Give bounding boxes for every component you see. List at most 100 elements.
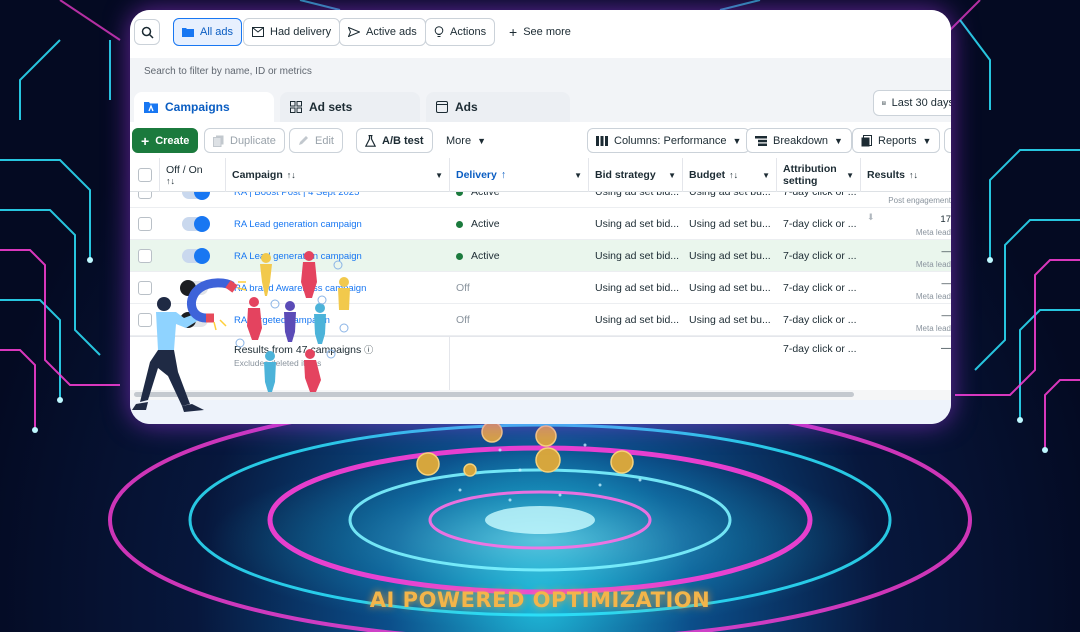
col-bid-strategy-label: Bid strategy xyxy=(595,169,656,181)
results-type: Meta lead xyxy=(915,260,951,269)
tab-campaigns[interactable]: Campaigns xyxy=(134,92,274,122)
columns-label: Columns: Performance xyxy=(614,134,727,147)
breakdown-label: Breakdown xyxy=(773,134,829,147)
results-value: 17 xyxy=(940,214,951,225)
columns-button[interactable]: Columns: Performance ▼ xyxy=(587,128,751,153)
delivery-cell: Active xyxy=(450,240,589,272)
tab-ad-sets-label: Ad sets xyxy=(309,100,353,114)
campaign-toggle[interactable] xyxy=(182,248,210,264)
results-value: — xyxy=(941,246,952,257)
date-range-picker[interactable]: Last 30 days xyxy=(873,90,951,116)
toolbar-overflow-button[interactable] xyxy=(944,128,951,153)
toolbar: + Create Duplicate Edit A/B test More ▼ … xyxy=(130,122,951,158)
col-budget-label: Budget xyxy=(689,169,726,181)
calendar-icon xyxy=(882,101,886,105)
campaign-name-link[interactable]: RA Lead generation campaign xyxy=(228,240,450,272)
col-attribution-label-line2: setting xyxy=(783,175,818,187)
horizontal-scrollbar[interactable] xyxy=(130,390,951,400)
results-cell: — Meta lead xyxy=(861,272,951,304)
create-button[interactable]: + Create xyxy=(132,128,199,153)
more-button[interactable]: More ▼ xyxy=(438,128,494,153)
campaign-name-link[interactable]: RA brand Awareness campaign xyxy=(228,272,450,304)
table-row[interactable]: RA Lead generation campaign Active Using… xyxy=(130,208,951,240)
delivery-status: Active xyxy=(471,218,500,230)
caret-down-icon: ▼ xyxy=(762,170,770,180)
filter-actions[interactable]: Actions xyxy=(425,18,496,46)
row-checkbox[interactable] xyxy=(138,249,152,263)
filter-active-ads-label: Active ads xyxy=(366,26,417,38)
campaign-name-link[interactable]: RA Lead generation campaign xyxy=(228,208,450,240)
folder-icon xyxy=(182,28,194,37)
select-all-checkbox[interactable] xyxy=(137,168,152,182)
col-campaign[interactable]: Campaign ↑↓ ▼ xyxy=(226,158,450,192)
col-bid-strategy[interactable]: Bid strategy ▼ xyxy=(589,158,683,192)
bid-strategy-value: Using ad set bid... xyxy=(595,282,680,294)
attribution-value: 7-day click or ... xyxy=(783,250,857,262)
level-tabs: Campaigns Ad sets Ads Last 30 days xyxy=(130,86,951,122)
filter-search-input[interactable]: Search to filter by name, ID or metrics xyxy=(130,58,951,86)
delivery-cell: Active xyxy=(450,208,589,240)
col-results-label: Results xyxy=(867,169,905,181)
table-row[interactable]: RA brand Awareness campaign Off Using ad… xyxy=(130,272,951,304)
col-off-on[interactable]: Off / On ↑↓ xyxy=(160,158,226,192)
breakdown-button[interactable]: Breakdown ▼ xyxy=(746,128,852,153)
row-checkbox-cell xyxy=(130,304,160,336)
window-footer xyxy=(130,400,951,424)
ab-test-label: A/B test xyxy=(382,134,424,147)
caret-down-icon: ▼ xyxy=(732,135,742,146)
col-delivery[interactable]: Delivery ↑ ▼ xyxy=(450,158,589,192)
tab-ads[interactable]: Ads xyxy=(426,92,570,122)
sort-icon: ↑↓ xyxy=(908,170,918,180)
campaigns-table: Off / On ↑↓ Campaign ↑↓ ▼ Delivery ↑ ▼ B… xyxy=(130,158,951,400)
caret-down-icon: ▼ xyxy=(574,170,582,180)
scrollbar-thumb[interactable] xyxy=(134,392,854,397)
attribution-value: 7-day click or ... xyxy=(783,314,857,326)
campaign-toggle[interactable] xyxy=(180,280,208,296)
campaign-name-link[interactable]: RA Targeted campaign xyxy=(228,304,450,336)
filter-all-ads[interactable]: All ads xyxy=(173,18,243,46)
tab-ad-sets[interactable]: Ad sets xyxy=(280,92,420,122)
ads-manager-window: All ads Had delivery Active ads Actions … xyxy=(130,10,951,424)
col-campaign-label: Campaign xyxy=(232,169,283,181)
bid-strategy-value: Using ad set bid... xyxy=(595,314,680,326)
col-attribution-setting[interactable]: Attribution setting ▼ xyxy=(777,158,861,192)
duplicate-label: Duplicate xyxy=(230,134,276,147)
summary-note: Excludes deleted items xyxy=(234,358,322,368)
row-checkbox[interactable] xyxy=(138,217,152,231)
delivery-status: Off xyxy=(456,282,470,294)
summary-title-text: Results from 47 campaigns xyxy=(234,344,362,356)
toggle-cell xyxy=(176,240,226,272)
table-row[interactable]: RA Targeted campaign Off Using ad set bi… xyxy=(130,304,951,336)
more-label: More xyxy=(446,134,472,147)
row-checkbox[interactable] xyxy=(138,313,152,327)
campaign-toggle[interactable] xyxy=(182,216,210,232)
table-row[interactable]: RA Lead generation campaign Active Using… xyxy=(130,240,951,272)
filter-bar: All ads Had delivery Active ads Actions … xyxy=(130,10,951,58)
reports-icon xyxy=(861,134,872,146)
reports-button[interactable]: Reports ▼ xyxy=(852,128,941,153)
ab-test-button[interactable]: A/B test xyxy=(356,128,433,153)
create-label: Create xyxy=(155,134,190,147)
send-icon xyxy=(348,27,360,37)
edit-button[interactable]: Edit xyxy=(289,128,343,153)
budget-value: Using ad set bu... xyxy=(689,314,771,326)
col-results[interactable]: Results ↑↓ xyxy=(861,158,951,192)
download-icon: ⬇ xyxy=(867,212,875,222)
sort-icon: ↑↓ xyxy=(166,176,175,186)
duplicate-button[interactable]: Duplicate xyxy=(204,128,285,153)
results-cell: ⬇ 17 Meta lead xyxy=(861,208,951,240)
search-button[interactable] xyxy=(134,19,160,45)
info-icon[interactable]: ⓘ xyxy=(364,345,373,355)
results-type: Meta lead xyxy=(915,292,951,301)
campaign-folder-icon xyxy=(144,102,158,113)
filter-had-delivery[interactable]: Had delivery xyxy=(243,18,341,46)
row-checkbox[interactable] xyxy=(138,281,152,295)
edit-label: Edit xyxy=(315,134,334,147)
col-off-on-label: Off / On xyxy=(166,164,203,176)
campaign-toggle[interactable] xyxy=(180,312,208,328)
search-icon xyxy=(141,26,154,39)
filter-active-ads[interactable]: Active ads xyxy=(339,18,426,46)
breakdown-icon xyxy=(755,135,767,146)
see-more-button[interactable]: + See more xyxy=(501,18,579,46)
col-budget[interactable]: Budget ↑↓ ▼ xyxy=(683,158,777,192)
